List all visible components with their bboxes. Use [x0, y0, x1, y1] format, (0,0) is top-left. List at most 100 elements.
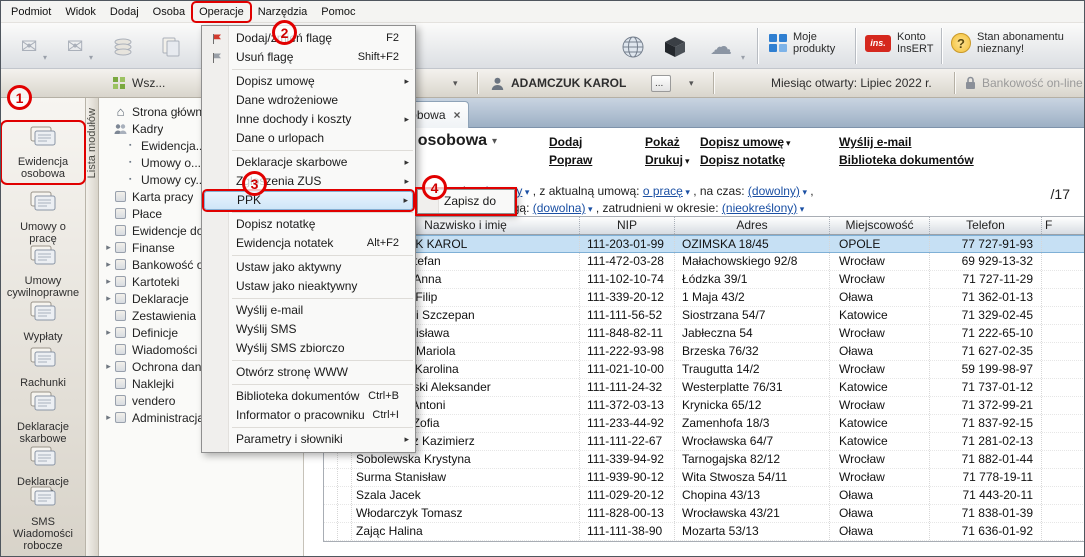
- person-more-button[interactable]: ...: [651, 69, 671, 97]
- submenu-arrow-icon: ▸: [404, 430, 409, 449]
- menu-item-dodaj-zmień-flagę[interactable]: Dodaj/zmień flagęF2: [204, 29, 413, 48]
- module-deklaracje-skarbowe[interactable]: Deklaracje skarbowe: [5, 390, 81, 445]
- account-label-line2: InsERT: [897, 43, 933, 55]
- menu-item-parametry-i-słowniki[interactable]: Parametry i słowniki▸: [204, 430, 413, 449]
- module-ewidencja-osobowa[interactable]: Ewidencja osobowa: [5, 125, 81, 180]
- documents-icon[interactable]: [151, 28, 191, 65]
- table-row[interactable]: Domagalski Szczepan111-111-56-52Siostrza…: [324, 307, 1085, 325]
- menubar-item-osoba[interactable]: Osoba: [147, 3, 191, 21]
- table-row[interactable]: Cichowiec Anna111-102-10-74Łódzka 39/1Wr…: [324, 271, 1085, 289]
- send-message-icon[interactable]: ✉▾: [9, 28, 49, 65]
- action-dopisz-umowę[interactable]: Dopisz umowę▾: [700, 135, 791, 149]
- action-dodaj[interactable]: Dodaj: [549, 135, 592, 149]
- table-row[interactable]: Zając Halina111-111-38-90Mozarta 53/13Oł…: [324, 523, 1085, 541]
- module-umowy-cywilnoprawne[interactable]: Umowy cywilnoprawne: [5, 244, 81, 299]
- menu-item-otwórz-stronę-www[interactable]: Otwórz stronę WWW: [204, 363, 413, 382]
- table-row[interactable]: Dąbrowski Filip111-339-20-121 Maja 43/2O…: [324, 289, 1085, 307]
- column-header-telefon[interactable]: Telefon: [930, 217, 1042, 234]
- menubar-item-dodaj[interactable]: Dodaj: [104, 3, 145, 21]
- doc-icon: [114, 378, 127, 390]
- person-selector[interactable]: ADAMCZUK KAROL: [491, 69, 626, 97]
- filter-text: , z aktualną umową:: [529, 184, 642, 198]
- menu-shortcut: F2: [386, 29, 399, 48]
- module-wypłaty[interactable]: Wypłaty: [5, 300, 81, 343]
- my-products-button[interactable]: Mojeprodukty: [769, 31, 835, 55]
- table-row[interactable]: Krajewska Karolina111-021-10-00Traugutta…: [324, 361, 1085, 379]
- menu-item-ppk[interactable]: PPK▸: [204, 191, 413, 210]
- menu-item-inne-dochody-i-koszty[interactable]: Inne dochody i koszty▸: [204, 110, 413, 129]
- scope-dropdown[interactable]: ▾: [453, 69, 458, 97]
- menubar-item-narzędzia[interactable]: Narzędzia: [252, 3, 314, 21]
- action-drukuj[interactable]: Drukuj▾: [645, 153, 690, 167]
- table-row[interactable]: Gajda Stanisława111-848-82-11Jabłeczna 5…: [324, 325, 1085, 343]
- cell-nip: 111-111-24-32: [580, 379, 675, 396]
- table-row[interactable]: ADAMCZUK KAROL111-203-01-99OZIMSKA 18/45…: [324, 235, 1085, 253]
- menu-item-ewidencja-notatek[interactable]: Ewidencja notatekAlt+F2: [204, 234, 413, 253]
- cell-adres: Siostrzana 54/7: [675, 307, 830, 324]
- menu-item-biblioteka-dokumentów[interactable]: Biblioteka dokumentówCtrl+B: [204, 387, 413, 406]
- action-column: Dodaj Popraw: [549, 135, 592, 167]
- close-icon[interactable]: ×: [454, 108, 461, 122]
- coins-icon[interactable]: [103, 28, 143, 65]
- cell-tel: 69 929-13-32: [930, 253, 1042, 270]
- module-sms-wiadomości-robocze[interactable]: SMS Wiadomości robocze: [5, 485, 81, 552]
- menubar-item-pomoc[interactable]: Pomoc: [315, 3, 361, 21]
- globe-icon[interactable]: [613, 28, 653, 65]
- menu-item-wyślij-sms-zbiorczo[interactable]: Wyślij SMS zbiorczo: [204, 339, 413, 358]
- menu-item-usuń-flagę[interactable]: Usuń flagęShift+F2: [204, 48, 413, 67]
- action-column: Wyślij e-mail Biblioteka dokumentów: [839, 135, 974, 167]
- table-row[interactable]: Kowalczyk Mariola111-222-93-98Brzeska 76…: [324, 343, 1085, 361]
- table-row[interactable]: Ostrowski Antoni111-372-03-13Krynicka 65…: [324, 397, 1085, 415]
- table-row[interactable]: Barański Stefan111-472-03-28Małachowskie…: [324, 253, 1085, 271]
- cell-adres: Traugutta 14/2: [675, 361, 830, 378]
- cloud-sync-icon[interactable]: ☁▾: [695, 28, 747, 65]
- menu-item-informator-o-pracowniku[interactable]: Informator o pracownikuCtrl+I: [204, 406, 413, 425]
- cell-adres: OZIMSKA 18/45: [675, 236, 830, 252]
- module-list-strip[interactable]: Lista modułów: [86, 98, 99, 556]
- menu-item-deklaracje-skarbowe[interactable]: Deklaracje skarbowe▸: [204, 153, 413, 172]
- menu-item-dopisz-umowę[interactable]: Dopisz umowę▸: [204, 72, 413, 91]
- menu-item-wyślij-sms[interactable]: Wyślij SMS: [204, 320, 413, 339]
- action-wyślij-e-mail[interactable]: Wyślij e-mail: [839, 135, 974, 149]
- table-row[interactable]: Pawliczak Zofia111-233-44-92Zamenhofa 18…: [324, 415, 1085, 433]
- column-header-adres[interactable]: Adres: [675, 217, 830, 234]
- table-row[interactable]: Sobolewska Krystyna111-339-94-92Tarnogaj…: [324, 451, 1085, 469]
- person-dropdown[interactable]: ▾: [689, 69, 694, 97]
- column-header-nip[interactable]: NIP: [580, 217, 675, 234]
- column-header-miejscowość[interactable]: Miejscowość: [830, 217, 930, 234]
- table-row[interactable]: Surma Stanisław111-939-90-12Wita Stwosza…: [324, 469, 1085, 487]
- menu-item-ustaw-jako-nieaktywny[interactable]: Ustaw jako nieaktywny: [204, 277, 413, 296]
- menubar-item-widok[interactable]: Widok: [59, 3, 102, 21]
- action-popraw[interactable]: Popraw: [549, 153, 592, 167]
- online-banking-button[interactable]: Bankowość on-line: [965, 69, 1083, 97]
- menu-item-wyślij-e-mail[interactable]: Wyślij e-mail: [204, 301, 413, 320]
- column-header-f[interactable]: F: [1042, 217, 1085, 234]
- menu-item-dane-wdrożeniowe[interactable]: Dane wdrożeniowe: [204, 91, 413, 110]
- action-biblioteka-dokumentów[interactable]: Biblioteka dokumentów: [839, 153, 974, 167]
- action-pokaż[interactable]: Pokaż: [645, 135, 690, 149]
- cell-f: [1042, 236, 1085, 252]
- filter-o-pracę[interactable]: o pracę ▾: [643, 184, 690, 198]
- filter-dowolny[interactable]: (dowolny) ▾: [748, 184, 807, 198]
- menu-item-ustaw-jako-aktywny[interactable]: Ustaw jako aktywny: [204, 258, 413, 277]
- scope-label: Wsz...: [132, 76, 165, 90]
- table-row[interactable]: Włodarczyk Tomasz111-828-00-13Wrocławska…: [324, 505, 1085, 523]
- action-dopisz-notatkę[interactable]: Dopisz notatkę: [700, 153, 791, 167]
- cube-icon[interactable]: [655, 28, 695, 65]
- insert-account-button[interactable]: ins. KontoInsERT: [865, 31, 933, 55]
- menubar-item-operacje[interactable]: Operacje: [193, 3, 250, 21]
- menu-item-zgłoszenia-zus[interactable]: Zgłoszenia ZUS▸: [204, 172, 413, 191]
- table-row[interactable]: Sienkiewicz Kazimierz111-111-22-67Wrocła…: [324, 433, 1085, 451]
- module-rachunki[interactable]: Rachunki: [5, 346, 81, 389]
- table-row[interactable]: Lewandowski Aleksander111-111-24-32Weste…: [324, 379, 1085, 397]
- menu-item-dane-o-urlopach[interactable]: Dane o urlopach: [204, 129, 413, 148]
- subscription-status-button[interactable]: ? Stan abonamentunieznany!: [951, 31, 1064, 55]
- module-umowy-o-pracę[interactable]: Umowy o pracę: [5, 190, 81, 245]
- table-row[interactable]: Szala Jacek111-029-20-12Chopina 43/13Oła…: [324, 487, 1085, 505]
- filter-dowolna[interactable]: (dowolna) ▾: [533, 201, 593, 215]
- filter-nieokreślony[interactable]: (nieokreślony) ▾: [722, 201, 804, 215]
- email-icon[interactable]: ✉▾: [55, 28, 95, 65]
- menubar-item-podmiot[interactable]: Podmiot: [5, 3, 57, 21]
- menu-item-dopisz-notatkę[interactable]: Dopisz notatkę: [204, 215, 413, 234]
- scope-selector[interactable]: Wsz...: [113, 69, 165, 97]
